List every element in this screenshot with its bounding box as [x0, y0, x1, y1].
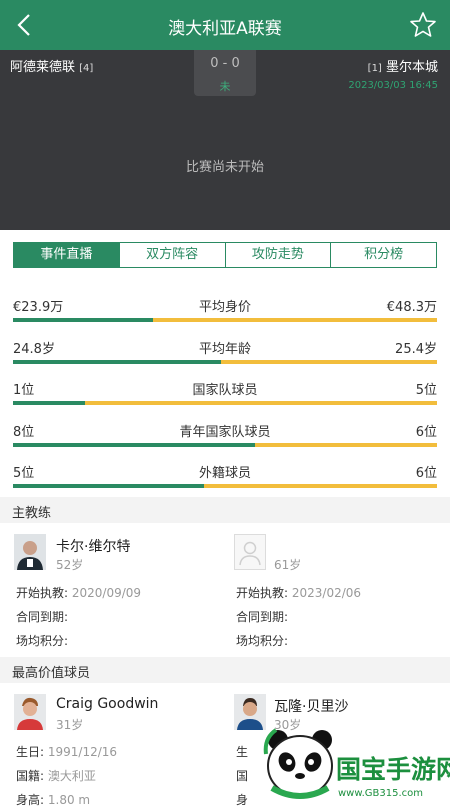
coach-photo: [14, 534, 46, 570]
stat-bar: [13, 401, 437, 405]
player-nationality-label: 国: [236, 769, 249, 783]
home-team-rank: [4]: [79, 63, 94, 74]
avatar-placeholder-icon: [234, 534, 266, 570]
score-box: 0 - 0 未: [194, 50, 256, 96]
player-birthday: 生日: 1991/12/16: [16, 743, 117, 760]
watermark-brand: 国宝手游网: [336, 755, 450, 784]
coach-start-value: 2023/02/06: [291, 586, 362, 600]
coach-start-label: 开始执教:: [236, 586, 289, 600]
coach-avg-points: 场均积分:: [16, 632, 68, 649]
stat-away-value: 25.4岁: [395, 342, 437, 357]
favorite-star-icon[interactable]: [408, 10, 438, 40]
stat-bar: [13, 360, 437, 364]
stat-bar: [13, 443, 437, 447]
coach-start-value: 2020/09/09: [71, 586, 142, 600]
watermark-url: www.GB315.com: [338, 788, 423, 799]
away-team-rank: [1]: [367, 63, 382, 74]
stat-bar: [13, 318, 437, 322]
match-panel: 阿德莱德联 [4] 0 - 0 未 [1] 墨尔本城 2023/03/03 16…: [0, 50, 450, 230]
match-status: 未: [219, 80, 231, 93]
stat-bar-home-fill: [13, 318, 153, 322]
stat-away-value: 5位: [415, 383, 437, 398]
player-nationality-label: 国籍:: [16, 769, 45, 783]
top-player-section-title: 最高价值球员: [12, 666, 91, 681]
panda-logo-icon: 国宝手游网 www.GB315.com: [263, 728, 450, 799]
stat-bar-home-fill: [13, 401, 86, 405]
match-not-started-message: 比赛尚未开始: [185, 160, 264, 175]
player-photo: [14, 694, 46, 730]
player-birthday-label: 生日:: [16, 745, 45, 759]
top-bar: 澳大利亚A联赛: [0, 0, 450, 50]
stat-name: 外籍球员: [198, 466, 251, 481]
stat-bar: [13, 484, 437, 488]
tab-momentum[interactable]: 攻防走势: [224, 243, 331, 267]
stat-away-value: 6位: [415, 425, 437, 440]
coach-points-label: 场均积分:: [236, 634, 289, 648]
stat-row-average-age: 24.8岁 平均年龄 25.4岁: [13, 338, 437, 368]
home-team-name: 阿德莱德联: [10, 60, 76, 75]
tab-lineups[interactable]: 双方阵容: [118, 243, 225, 267]
tab-standings[interactable]: 积分榜: [330, 243, 436, 267]
stat-away-value: €48.3万: [386, 300, 437, 315]
player-birthday-value: 1991/12/16: [47, 745, 118, 759]
player-age: 31岁: [56, 718, 84, 732]
stat-bar-home-fill: [13, 360, 221, 364]
site-watermark: 国宝手游网 www.GB315.com: [262, 718, 450, 800]
tab-bar: 事件直播 双方阵容 攻防走势 积分榜: [13, 242, 437, 268]
tab-live-events[interactable]: 事件直播: [14, 243, 119, 267]
player-height-label: 身高:: [16, 793, 45, 807]
coach-name: 卡尔·维尔特: [56, 539, 131, 555]
coach-avg-points: 场均积分:: [236, 632, 288, 649]
top-player-section-header: 最高价值球员: [0, 657, 450, 683]
stat-row-youth-national-players: 8位 青年国家队球员 6位: [13, 421, 437, 451]
player-name: Craig Goodwin: [56, 696, 159, 712]
coach-points-label: 场均积分:: [16, 634, 69, 648]
stat-name: 青年国家队球员: [179, 425, 271, 440]
coach-start-label: 开始执教:: [16, 586, 69, 600]
match-datetime: 2023/03/03 16:45: [348, 80, 438, 91]
stat-row-national-players: 1位 国家队球员 5位: [13, 379, 437, 409]
stat-name: 国家队球员: [192, 383, 258, 398]
score: 0 - 0: [210, 56, 240, 71]
coach-age: 52岁: [56, 558, 84, 572]
stat-bar-home-fill: [13, 443, 255, 447]
coach-section-title: 主教练: [12, 506, 52, 521]
stat-row-market-value: €23.9万 平均身价 €48.3万: [13, 296, 437, 326]
stat-bar-home-fill: [13, 484, 204, 488]
home-team[interactable]: 阿德莱德联 [4]: [10, 56, 93, 75]
coach-start-date: 开始执教: 2020/09/09: [16, 584, 141, 601]
player-nationality: 国籍: 澳大利亚: [16, 767, 96, 784]
page-title: 澳大利亚A联赛: [168, 19, 282, 39]
coach-contract: 合同到期:: [236, 608, 288, 625]
coach-contract-label: 合同到期:: [236, 610, 289, 624]
coach-contract: 合同到期:: [16, 608, 68, 625]
stat-row-foreign-players: 5位 外籍球员 6位: [13, 462, 437, 492]
player-height-value: 1.80 m: [47, 793, 91, 807]
away-team-name: 墨尔本城: [385, 60, 438, 75]
coach-contract-label: 合同到期:: [16, 610, 69, 624]
away-team[interactable]: [1] 墨尔本城: [368, 56, 438, 75]
player-nationality-value: 澳大利亚: [47, 769, 96, 783]
player-name: 瓦隆·贝里沙: [274, 699, 349, 715]
coach-section-header: 主教练: [0, 497, 450, 523]
stat-name: 平均年龄: [198, 342, 251, 357]
coach-start-date: 开始执教: 2023/02/06: [236, 584, 361, 601]
player-birthday-label: 生: [236, 745, 249, 759]
stat-away-value: 6位: [415, 466, 437, 481]
coach-age: 61岁: [274, 558, 302, 572]
stat-name: 平均身价: [198, 300, 251, 315]
